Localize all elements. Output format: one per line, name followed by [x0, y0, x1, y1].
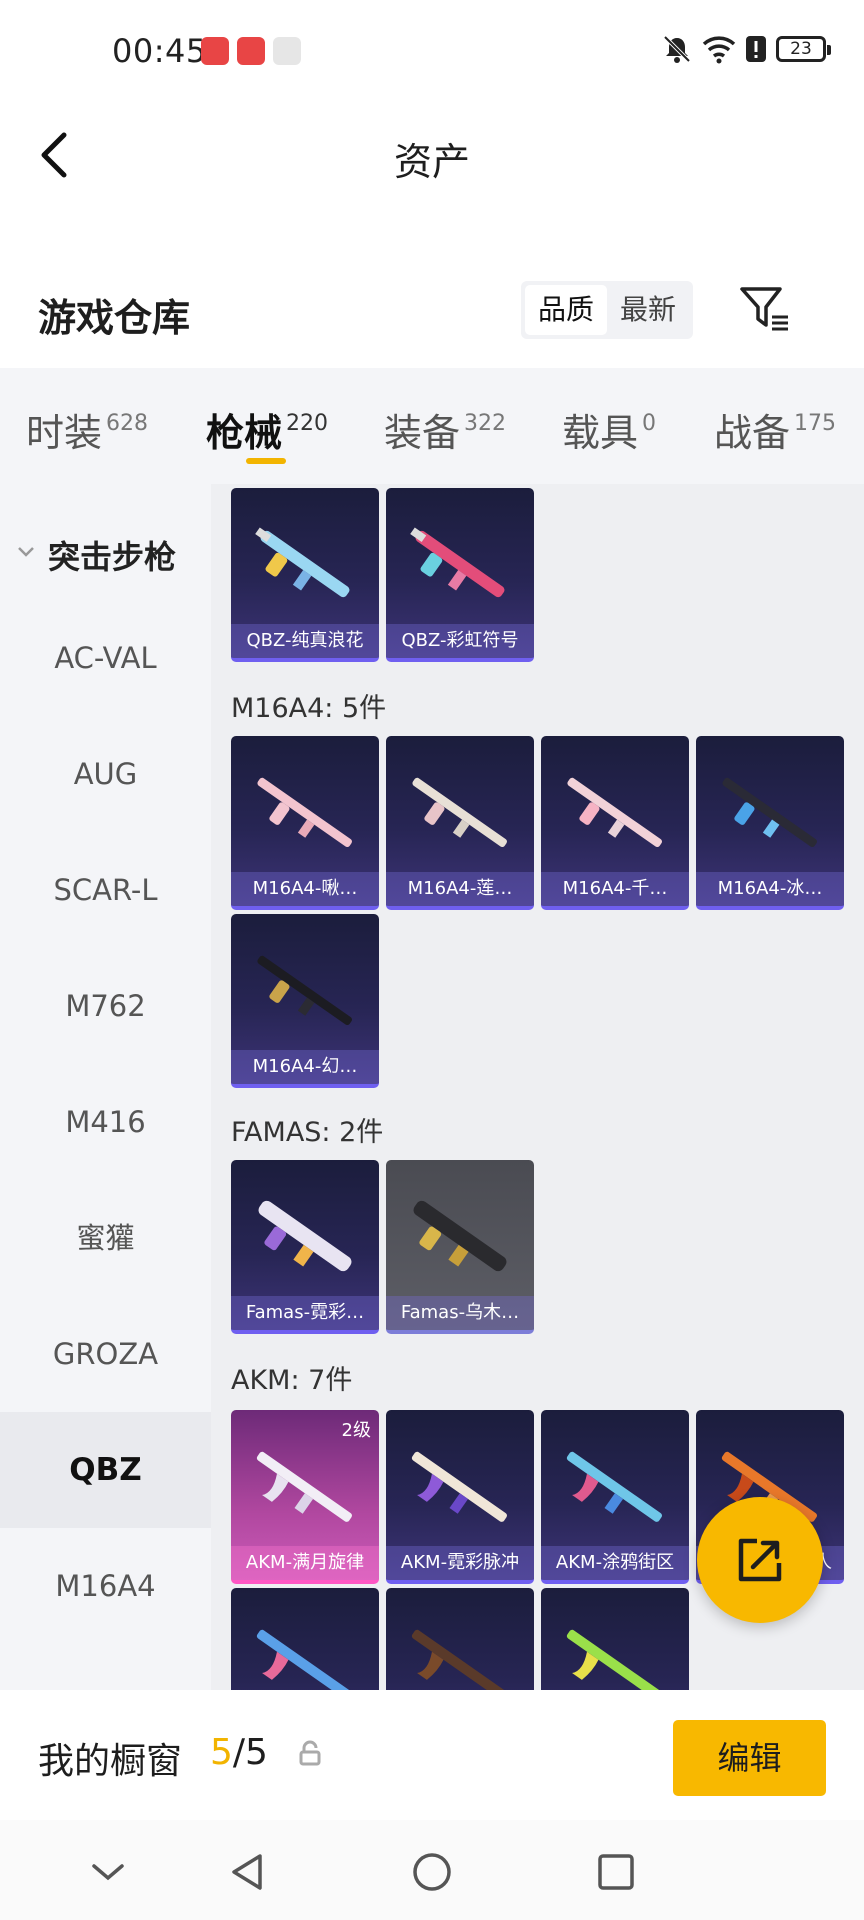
sort-newest[interactable]: 最新: [607, 285, 689, 335]
rifle-icon: [256, 1451, 352, 1522]
skin-card[interactable]: QBZ-纯真浪花: [231, 488, 379, 662]
showcase-count: 5/5: [210, 1732, 268, 1773]
nav-recent-icon[interactable]: [594, 1850, 638, 1894]
nav-home-icon[interactable]: [410, 1850, 454, 1894]
sidebar-item-m16a4[interactable]: M16A4: [0, 1528, 211, 1644]
skin-name: AKM-涂鸦街区: [541, 1546, 689, 1580]
sort-quality[interactable]: 品质: [525, 285, 607, 335]
skin-card[interactable]: Famas-乌木…: [386, 1160, 534, 1334]
sidebar-item-scar-l[interactable]: SCAR-L: [0, 832, 211, 948]
tab-supplies[interactable]: 战备 175: [714, 402, 836, 457]
sidebar-item-groza[interactable]: GROZA: [0, 1296, 211, 1412]
chevron-down-icon: [18, 547, 34, 557]
rifle-icon: [256, 1629, 352, 1690]
skin-card[interactable]: M16A4-啾…: [231, 736, 379, 910]
skin-name: QBZ-纯真浪花: [231, 624, 379, 658]
group-title: FAMAS: 2件: [231, 1117, 384, 1148]
skin-name: AKM-霓彩脉冲: [386, 1546, 534, 1580]
skin-card[interactable]: M16A4-千…: [541, 736, 689, 910]
mute-icon: [663, 35, 691, 63]
filter-icon[interactable]: [738, 283, 790, 335]
skin-card[interactable]: M16A4-冰…: [696, 736, 844, 910]
group-title: AKM: 7件: [231, 1365, 353, 1396]
rifle-icon: [722, 777, 817, 848]
sidebar-item-ac-val[interactable]: AC-VAL: [0, 600, 211, 716]
page-title: 资产: [393, 140, 470, 184]
skin-name: M16A4-千…: [541, 872, 689, 906]
skin-name: M16A4-啾…: [231, 872, 379, 906]
rifle-icon: [567, 777, 662, 848]
skin-name: Famas-乌木…: [386, 1296, 534, 1330]
app-notification-icon: [201, 37, 229, 65]
sidebar-item-qbz[interactable]: QBZ: [0, 1412, 211, 1528]
app-notification-icon: [237, 37, 265, 65]
skin-card[interactable]: [541, 1588, 689, 1690]
status-bar: 00:45 23: [0, 0, 864, 105]
rifle-icon: [412, 777, 507, 848]
skin-card[interactable]: 2级 AKM-满月旋律: [231, 1410, 379, 1584]
rifle-icon: [411, 1629, 507, 1690]
rifle-icon: [410, 527, 505, 598]
skin-card[interactable]: QBZ-彩虹符号: [386, 488, 534, 662]
share-icon: [738, 1538, 782, 1582]
skin-card[interactable]: AKM-霓彩脉冲: [386, 1410, 534, 1584]
skin-name: Famas-霓彩…: [231, 1296, 379, 1330]
rifle-icon: [566, 1451, 662, 1522]
weapon-sidebar: 突击步枪 AC-VAL AUG SCAR-L M762 M416 蜜獾 GROZ…: [0, 484, 211, 1690]
skin-name: M16A4-莲…: [386, 872, 534, 906]
category-tabs: 时装 628 枪械 220 装备 322 载具 0 战备 175: [0, 368, 864, 484]
skin-card[interactable]: AKM-涂鸦街区: [541, 1410, 689, 1584]
skin-card[interactable]: [231, 1588, 379, 1690]
sidebar-item-honey-badger[interactable]: 蜜獾: [0, 1180, 211, 1296]
nav-back-icon[interactable]: [226, 1850, 270, 1894]
rifle-icon: [566, 1629, 662, 1690]
edit-button[interactable]: 编辑: [673, 1720, 826, 1796]
sidebar-item-aug[interactable]: AUG: [0, 716, 211, 832]
sidebar-category[interactable]: 突击步枪: [0, 524, 211, 584]
rifle-icon: [255, 527, 350, 598]
group-title: M16A4: 5件: [231, 693, 387, 724]
showcase-bar: 我的橱窗 5/5 编辑: [0, 1690, 864, 1820]
showcase-label: 我的橱窗: [38, 1741, 183, 1782]
sidebar-item-famas[interactable]: FAMAS: [0, 1644, 211, 1690]
app-notification-icon: [273, 37, 301, 65]
warehouse-title: 游戏仓库: [38, 296, 191, 340]
skin-name: QBZ-彩虹符号: [386, 624, 534, 658]
tab-weapons[interactable]: 枪械 220: [206, 402, 328, 457]
rifle-icon: [258, 1200, 352, 1272]
skin-card[interactable]: M16A4-幻…: [231, 914, 379, 1088]
tab-fashion[interactable]: 时装 628: [26, 402, 148, 457]
skin-card[interactable]: M16A4-莲…: [386, 736, 534, 910]
battery-icon: 23: [776, 36, 831, 62]
rifle-icon: [411, 1451, 507, 1522]
tab-equipment[interactable]: 装备 322: [384, 402, 506, 457]
tab-active-indicator: [246, 458, 286, 464]
share-button[interactable]: [697, 1497, 823, 1623]
system-nav-bar: [0, 1820, 864, 1920]
sidebar-item-m762[interactable]: M762: [0, 948, 211, 1064]
alert-icon: [746, 36, 766, 62]
sidebar-item-m416[interactable]: M416: [0, 1064, 211, 1180]
tab-vehicles[interactable]: 载具 0: [562, 402, 656, 457]
skin-card[interactable]: [386, 1588, 534, 1690]
skin-name: M16A4-幻…: [231, 1050, 379, 1084]
header: 资产: [0, 105, 864, 205]
skin-name: M16A4-冰…: [696, 872, 844, 906]
sort-toggle: 品质 最新: [521, 281, 693, 339]
rifle-icon: [413, 1200, 507, 1272]
wifi-icon: [702, 36, 736, 64]
lock-icon: [299, 1740, 321, 1766]
status-time: 00:45: [112, 32, 207, 70]
nav-down-icon[interactable]: [86, 1850, 130, 1894]
skin-name: AKM-满月旋律: [231, 1546, 379, 1580]
skin-card[interactable]: Famas-霓彩…: [231, 1160, 379, 1334]
rifle-icon: [257, 955, 352, 1026]
rifle-icon: [257, 777, 352, 848]
warehouse-row: 游戏仓库 品质 最新: [0, 265, 864, 360]
